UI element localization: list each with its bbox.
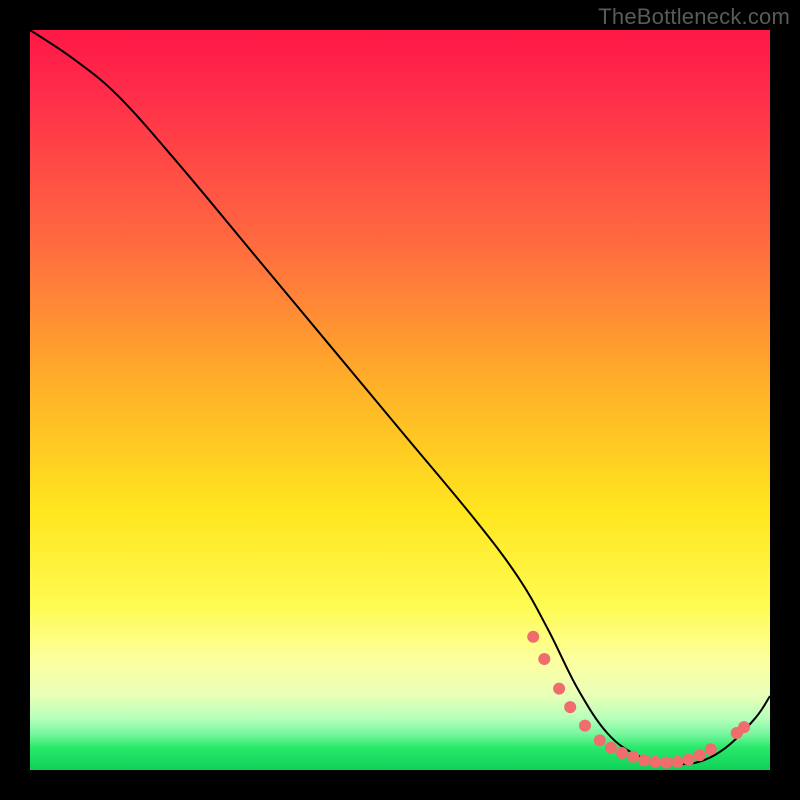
curve-marker: [672, 756, 684, 768]
chart-frame: TheBottleneck.com: [0, 0, 800, 800]
curve-marker: [660, 757, 672, 769]
bottleneck-curve: [30, 30, 770, 764]
curve-marker: [538, 653, 550, 665]
curve-marker: [605, 742, 617, 754]
plot-area: [30, 30, 770, 770]
curve-marker: [705, 743, 717, 755]
curve-marker: [553, 683, 565, 695]
curve-marker: [527, 631, 539, 643]
curve-marker: [594, 734, 606, 746]
curve-marker: [616, 747, 628, 759]
watermark-text: TheBottleneck.com: [598, 4, 790, 30]
curve-marker: [627, 751, 639, 763]
curve-marker: [738, 721, 750, 733]
curve-marker: [638, 754, 650, 766]
curve-svg: [30, 30, 770, 770]
curve-marker: [683, 754, 695, 766]
curve-marker: [564, 701, 576, 713]
curve-marker: [579, 720, 591, 732]
curve-markers: [527, 631, 750, 769]
curve-marker: [649, 756, 661, 768]
curve-marker: [694, 749, 706, 761]
